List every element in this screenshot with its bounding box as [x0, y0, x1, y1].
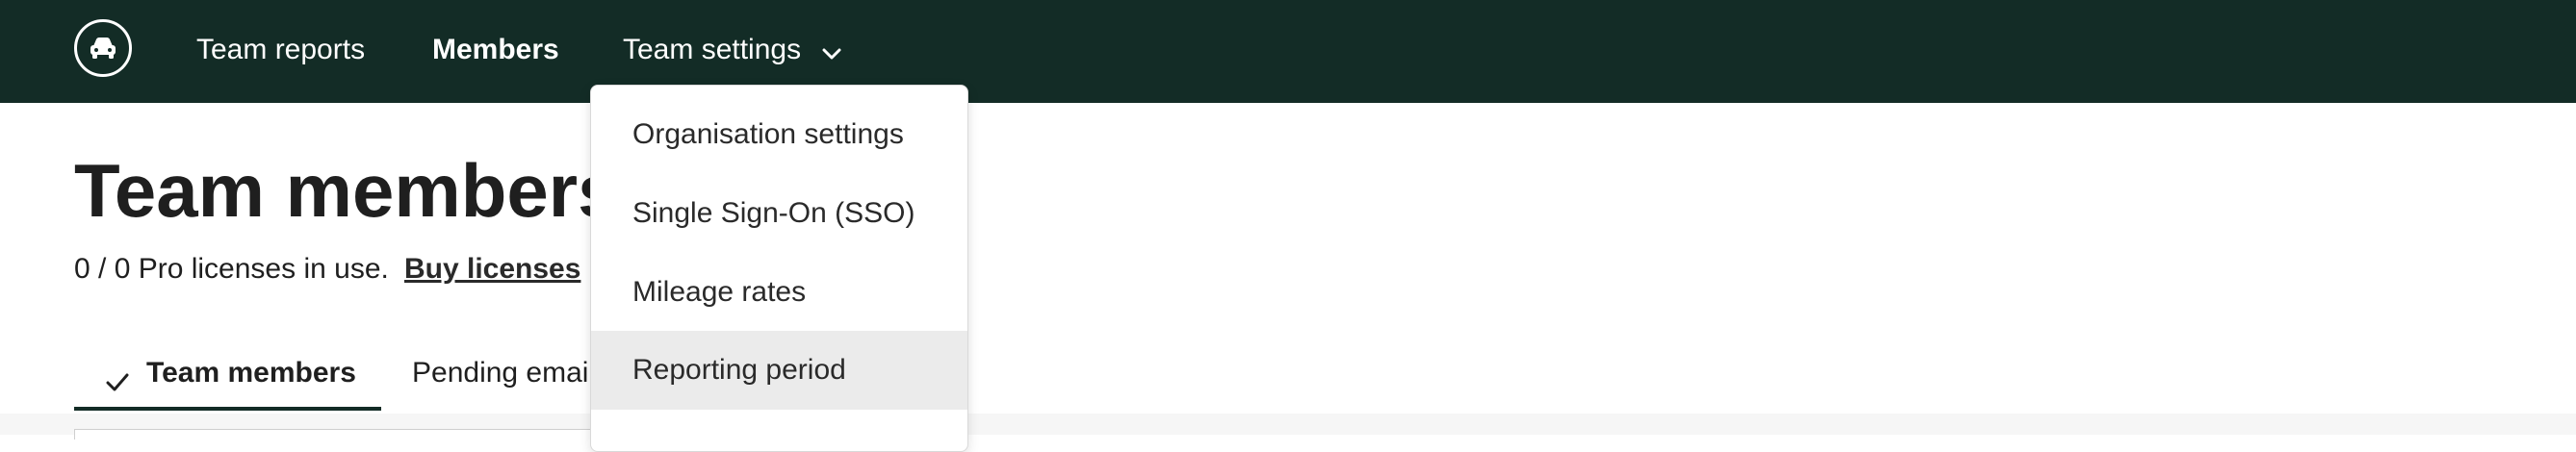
- team-settings-dropdown: Organisation settings Single Sign-On (SS…: [590, 85, 968, 452]
- tab-team-members[interactable]: Team members: [106, 350, 356, 396]
- nav-members-label: Members: [432, 34, 559, 65]
- top-navigation-bar: Team reports Members Team settings: [0, 0, 2576, 103]
- buy-licenses-link[interactable]: Buy licenses: [404, 248, 580, 290]
- tab-pending-email-label: Pending email: [412, 357, 596, 389]
- nav-team-reports-label: Team reports: [196, 34, 366, 65]
- nav-members[interactable]: Members: [432, 29, 559, 71]
- license-usage-text: 0 / 0 Pro licenses in use.: [74, 253, 389, 285]
- check-icon: [106, 362, 129, 408]
- tab-team-members-label: Team members: [146, 357, 356, 389]
- nav-team-settings[interactable]: Team settings: [623, 29, 841, 71]
- chevron-down-icon: [822, 30, 841, 72]
- menu-item-single-sign-on[interactable]: Single Sign-On (SSO): [591, 174, 967, 253]
- tab-pending-email[interactable]: Pending email: [412, 350, 595, 396]
- active-tab-underline: [74, 407, 381, 411]
- page-title: Team members: [74, 148, 620, 233]
- menu-item-organisation-settings[interactable]: Organisation settings: [591, 95, 967, 174]
- menu-item-mileage-rates[interactable]: Mileage rates: [591, 253, 967, 332]
- menu-item-reporting-period[interactable]: Reporting period: [591, 331, 967, 410]
- car-logo-icon[interactable]: [74, 19, 132, 77]
- nav-team-settings-label: Team settings: [623, 34, 802, 65]
- nav-team-reports[interactable]: Team reports: [196, 29, 365, 71]
